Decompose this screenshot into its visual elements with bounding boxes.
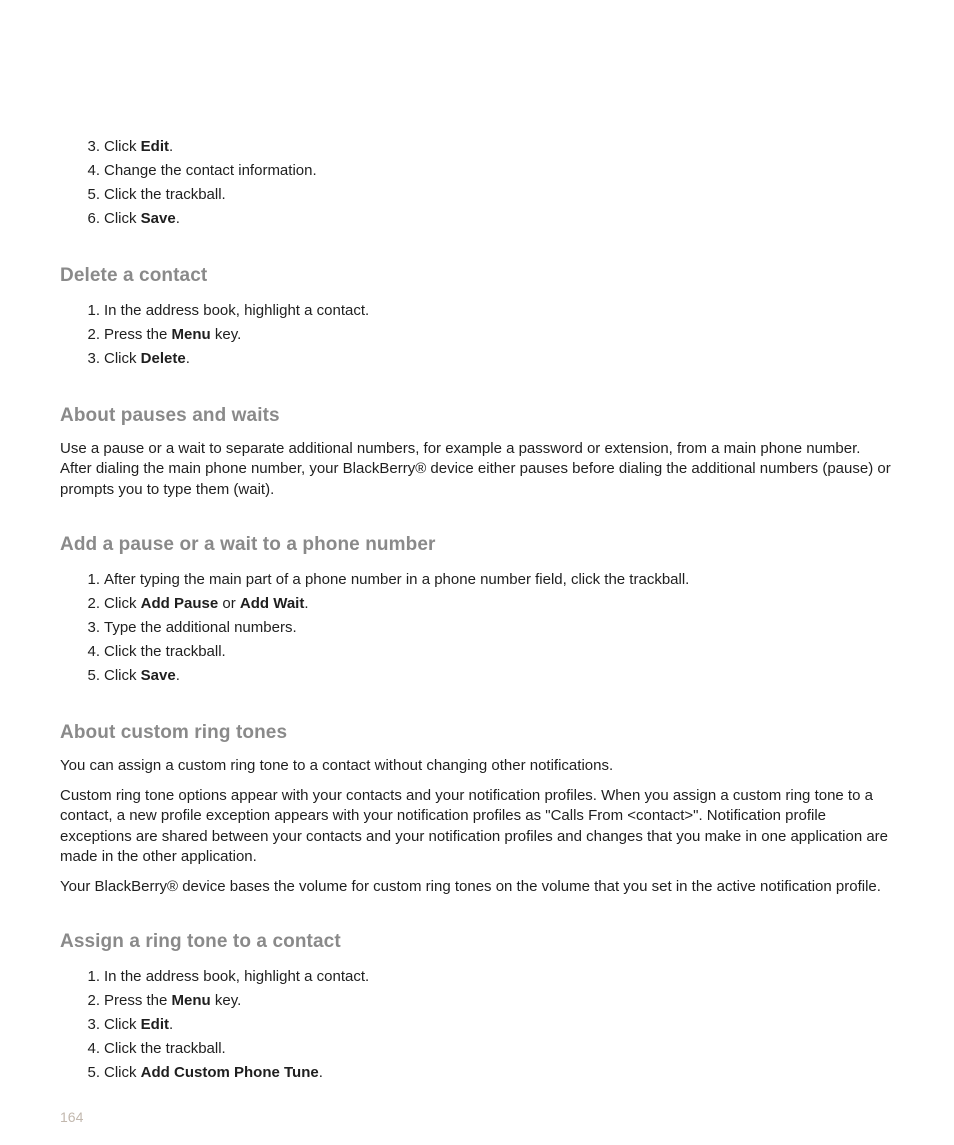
- step-pre: Click the trackball.: [104, 1040, 226, 1057]
- step-pre: Click: [104, 210, 141, 227]
- step-bold: Edit: [141, 138, 169, 155]
- step-post: .: [169, 138, 173, 155]
- step-list-assign-ring-tone: In the address book, highlight a contact…: [60, 965, 894, 1085]
- list-item: Click Add Custom Phone Tune.: [104, 1061, 894, 1085]
- step-list-delete-contact: In the address book, highlight a contact…: [60, 299, 894, 371]
- step-pre: Click: [104, 1016, 141, 1033]
- step-bold: Edit: [141, 1016, 169, 1033]
- list-item: In the address book, highlight a contact…: [104, 299, 894, 323]
- heading-about-pauses: About pauses and waits: [60, 405, 894, 427]
- list-item: Click Delete.: [104, 347, 894, 371]
- step-post: .: [304, 595, 308, 612]
- step-pre: Click: [104, 667, 141, 684]
- heading-delete-contact: Delete a contact: [60, 265, 894, 287]
- step-pre: Type the additional numbers.: [104, 619, 297, 636]
- step-pre: Click: [104, 138, 141, 155]
- heading-assign-ring-tone: Assign a ring tone to a contact: [60, 931, 894, 953]
- step-post: .: [319, 1064, 323, 1081]
- step-list-add-pause: After typing the main part of a phone nu…: [60, 568, 894, 688]
- paragraph: Your BlackBerry® device bases the volume…: [60, 877, 894, 897]
- heading-about-ring-tones: About custom ring tones: [60, 722, 894, 744]
- step-post: .: [176, 667, 180, 684]
- paragraph: You can assign a custom ring tone to a c…: [60, 756, 894, 776]
- step-bold: Save: [141, 210, 176, 227]
- paragraph: Custom ring tone options appear with you…: [60, 786, 894, 867]
- step-post: .: [176, 210, 180, 227]
- list-item: Click Save.: [104, 664, 894, 688]
- list-item: Change the contact information.: [104, 159, 894, 183]
- step-bold: Menu: [172, 326, 211, 343]
- step-pre: In the address book, highlight a contact…: [104, 968, 369, 985]
- step-post: .: [169, 1016, 173, 1033]
- step-bold: Add Custom Phone Tune: [141, 1064, 319, 1081]
- list-item: Click the trackball.: [104, 1037, 894, 1061]
- step-pre: Click: [104, 1064, 141, 1081]
- step-bold: Menu: [172, 992, 211, 1009]
- list-item: In the address book, highlight a contact…: [104, 965, 894, 989]
- paragraph: Use a pause or a wait to separate additi…: [60, 439, 894, 500]
- heading-add-pause-wait: Add a pause or a wait to a phone number: [60, 534, 894, 556]
- step-bold: Delete: [141, 350, 186, 367]
- step-mid: or: [218, 595, 240, 612]
- list-item: Press the Menu key.: [104, 989, 894, 1013]
- step-pre: Press the: [104, 992, 172, 1009]
- step-pre: Click the trackball.: [104, 643, 226, 660]
- list-item: After typing the main part of a phone nu…: [104, 568, 894, 592]
- list-item: Click the trackball.: [104, 183, 894, 207]
- step-pre: Click: [104, 595, 141, 612]
- list-item: Click Edit.: [104, 1013, 894, 1037]
- step-pre: Change the contact information.: [104, 162, 317, 179]
- step-bold-2: Add Wait: [240, 595, 304, 612]
- list-item: Type the additional numbers.: [104, 616, 894, 640]
- list-item: Click the trackball.: [104, 640, 894, 664]
- step-pre: Click: [104, 350, 141, 367]
- step-pre: Press the: [104, 326, 172, 343]
- step-pre: In the address book, highlight a contact…: [104, 302, 369, 319]
- step-pre: After typing the main part of a phone nu…: [104, 571, 689, 588]
- step-list-top: Click Edit. Change the contact informati…: [60, 135, 894, 231]
- list-item: Click Add Pause or Add Wait.: [104, 592, 894, 616]
- list-item: Click Save.: [104, 207, 894, 231]
- step-bold: Save: [141, 667, 176, 684]
- step-bold: Add Pause: [141, 595, 219, 612]
- step-pre: Click the trackball.: [104, 186, 226, 203]
- list-item: Press the Menu key.: [104, 323, 894, 347]
- document-page: Click Edit. Change the contact informati…: [0, 0, 954, 1145]
- step-post: .: [186, 350, 190, 367]
- step-post: key.: [211, 992, 242, 1009]
- list-item: Click Edit.: [104, 135, 894, 159]
- page-number: 164: [60, 1109, 83, 1125]
- step-post: key.: [211, 326, 242, 343]
